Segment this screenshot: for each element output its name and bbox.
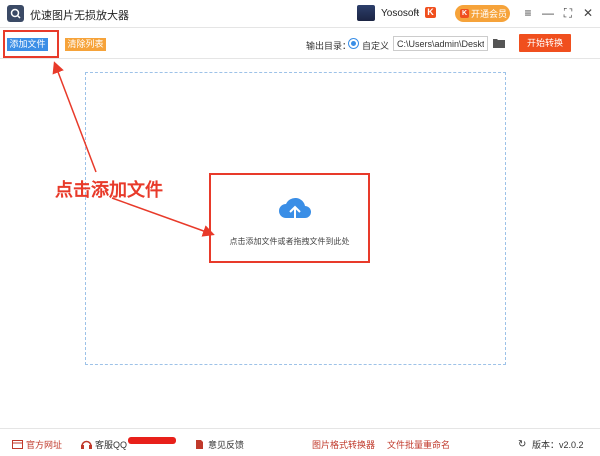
avatar[interactable] (357, 5, 375, 21)
vip-icon: K (460, 9, 469, 18)
app-logo-icon (7, 5, 24, 22)
vip-button-label: 开通会员 (471, 9, 508, 19)
app-title: 优速图片无损放大器 (30, 10, 129, 22)
globe-icon (12, 440, 23, 449)
add-button-highlight (3, 30, 59, 58)
close-button[interactable]: ✕ (579, 4, 597, 22)
footer: 官方网址 客服QQ 意见反馈 图片格式转换器 文件批量重命名 ↻ 版本：v2.0… (0, 428, 600, 456)
chevron-down-icon[interactable]: ⌄ (413, 6, 421, 17)
output-dir-label: 输出目录： (306, 41, 352, 51)
output-path-input[interactable] (393, 36, 488, 51)
folder-icon[interactable] (493, 38, 505, 48)
headset-icon (81, 440, 92, 449)
version-info[interactable]: ↻ 版本：v2.0.2 (518, 438, 584, 451)
minimize-button[interactable]: — (539, 4, 557, 22)
redaction-bar (128, 437, 176, 444)
maximize-button[interactable]: ⛶ (559, 4, 577, 22)
clear-list-button[interactable]: 清除列表 (65, 38, 106, 51)
drop-zone-highlight (209, 173, 370, 263)
support-qq-link[interactable]: 客服QQ (81, 438, 127, 451)
custom-radio-label[interactable]: 自定义 (362, 39, 389, 52)
document-icon (196, 440, 203, 449)
batch-rename-link[interactable]: 文件批量重命名 (387, 438, 450, 451)
vip-mark-icon: K (425, 7, 436, 18)
vip-button[interactable]: K 开通会员 (455, 5, 510, 22)
format-converter-link[interactable]: 图片格式转换器 (312, 438, 375, 451)
start-convert-button[interactable]: 开始转换 (519, 34, 571, 52)
feedback-link[interactable]: 意见反馈 (194, 438, 244, 451)
title-bar: 优速图片无损放大器 Yososoft ⌄ K K 开通会员 ≡ — ⛶ ✕ (0, 0, 600, 27)
custom-radio[interactable] (348, 38, 359, 49)
toolbar: 添加文件 清除列表 输出目录： 自定义 开始转换 (0, 27, 600, 59)
refresh-icon: ↻ (518, 439, 527, 450)
annotation-label: 点击添加文件 (55, 180, 163, 200)
website-link[interactable]: 官方网址 (12, 438, 62, 451)
menu-icon[interactable]: ≡ (519, 4, 537, 22)
